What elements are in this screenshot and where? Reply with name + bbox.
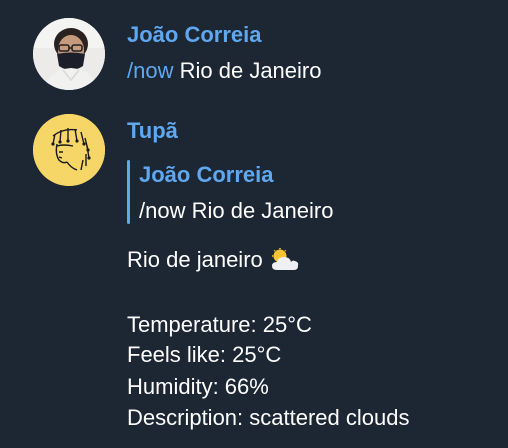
- city-line: Rio de janeiro: [127, 247, 301, 278]
- native-headdress-avatar-icon: [33, 114, 105, 186]
- reply-quote[interactable]: João Correia /now Rio de Janeiro: [127, 158, 427, 224]
- avatar[interactable]: [33, 114, 105, 186]
- sender-name[interactable]: Tupã: [127, 118, 178, 144]
- detail-humidity: Humidity: 66%: [127, 374, 269, 399]
- sun-behind-cloud-icon: [269, 248, 301, 278]
- city-name: Rio de janeiro: [127, 247, 263, 272]
- reply-bar: [127, 160, 130, 224]
- reply-sender: João Correia: [139, 162, 274, 187]
- detail-description: Description: scattered clouds: [127, 405, 410, 430]
- reply-text: /now Rio de Janeiro: [139, 198, 334, 223]
- message-bot: Tupã João Correia /now Rio de Janeiro Ri…: [0, 0, 508, 448]
- detail-feels-like: Feels like: 25°C: [127, 342, 282, 367]
- detail-temperature: Temperature: 25°C: [127, 312, 312, 337]
